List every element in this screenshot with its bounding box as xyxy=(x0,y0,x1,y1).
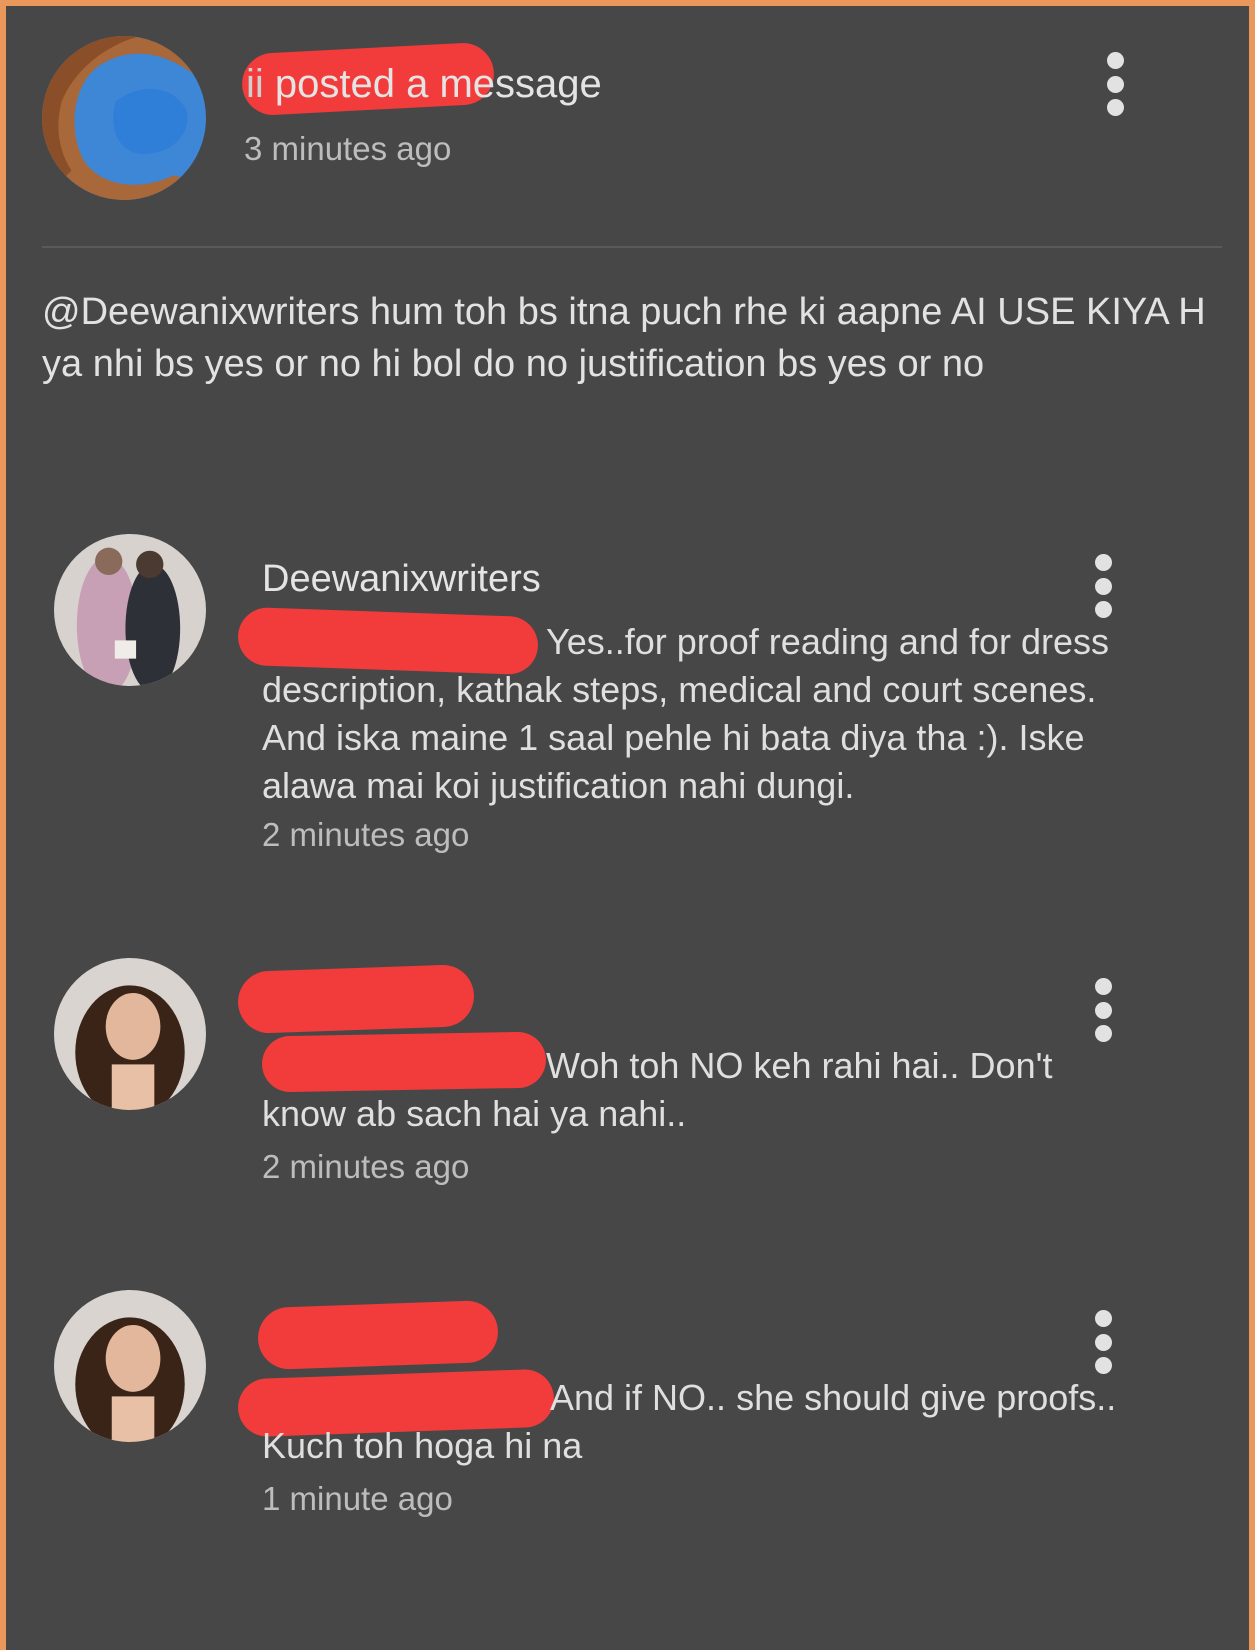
comment-avatar[interactable] xyxy=(54,958,206,1110)
post-headline: ii posted a message xyxy=(246,62,602,107)
poster-avatar[interactable] xyxy=(42,36,206,200)
comment-avatar[interactable] xyxy=(54,1290,206,1442)
redaction-bar xyxy=(256,1299,500,1371)
post-action: posted a message xyxy=(263,62,602,106)
post-more-icon[interactable] xyxy=(1100,52,1130,116)
post-message: @Deewanixwriters hum toh bs itna puch rh… xyxy=(42,291,1206,385)
redaction-bar xyxy=(237,606,539,676)
comment-more-icon[interactable] xyxy=(1088,554,1118,618)
comment-text: And if NO.. she should give proofs.. Kuc… xyxy=(262,1374,1142,1470)
redaction-bar xyxy=(236,963,476,1035)
comment-more-icon[interactable] xyxy=(1088,978,1118,1042)
comment-body: And if NO.. she should give proofs.. Kuc… xyxy=(262,1377,1117,1466)
comment-timestamp: 1 minute ago xyxy=(262,1480,453,1517)
comment-author[interactable]: Deewanixwriters xyxy=(262,558,541,601)
comment-avatar[interactable] xyxy=(54,534,206,686)
poster-name[interactable]: ii xyxy=(246,62,264,106)
post-timestamp: 3 minutes ago xyxy=(244,130,452,167)
comment-more-icon[interactable] xyxy=(1088,1310,1118,1374)
divider xyxy=(42,246,1222,248)
message-thread: ii posted a message 3 minutes ago @Deewa… xyxy=(6,6,1249,1650)
comment-text: Woh toh NO keh rahi hai.. Don't know ab … xyxy=(262,1042,1142,1138)
comment-timestamp: 2 minutes ago xyxy=(262,816,470,853)
comment-timestamp: 2 minutes ago xyxy=(262,1148,470,1185)
comment-body: Woh toh NO keh rahi hai.. Don't know ab … xyxy=(262,1045,1053,1134)
